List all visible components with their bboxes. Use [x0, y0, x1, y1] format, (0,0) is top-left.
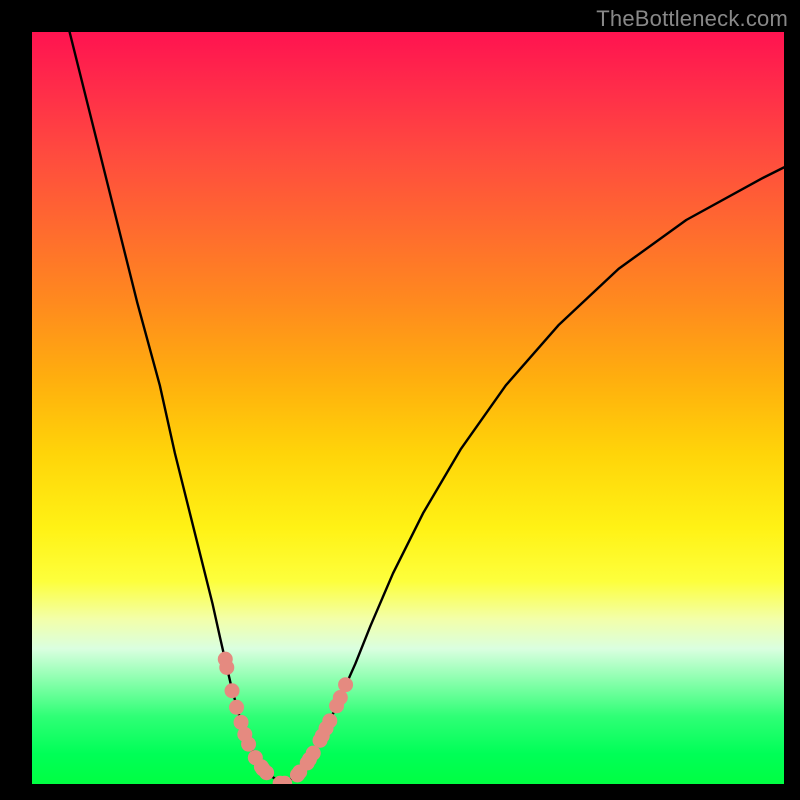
data-point	[225, 683, 240, 698]
points-layer	[218, 652, 353, 784]
curve-layer	[70, 32, 784, 783]
data-point	[259, 765, 274, 780]
data-point	[322, 713, 337, 728]
data-point	[219, 660, 234, 675]
data-point	[241, 737, 256, 752]
data-point	[333, 690, 348, 705]
data-point	[338, 677, 353, 692]
chart-svg	[32, 32, 784, 784]
watermark-text: TheBottleneck.com	[596, 6, 788, 32]
plot-area	[32, 32, 784, 784]
data-point	[229, 700, 244, 715]
curve-right-branch	[284, 167, 784, 783]
chart-frame: TheBottleneck.com	[0, 0, 800, 800]
curve-left-branch	[70, 32, 284, 783]
data-point	[306, 746, 321, 761]
